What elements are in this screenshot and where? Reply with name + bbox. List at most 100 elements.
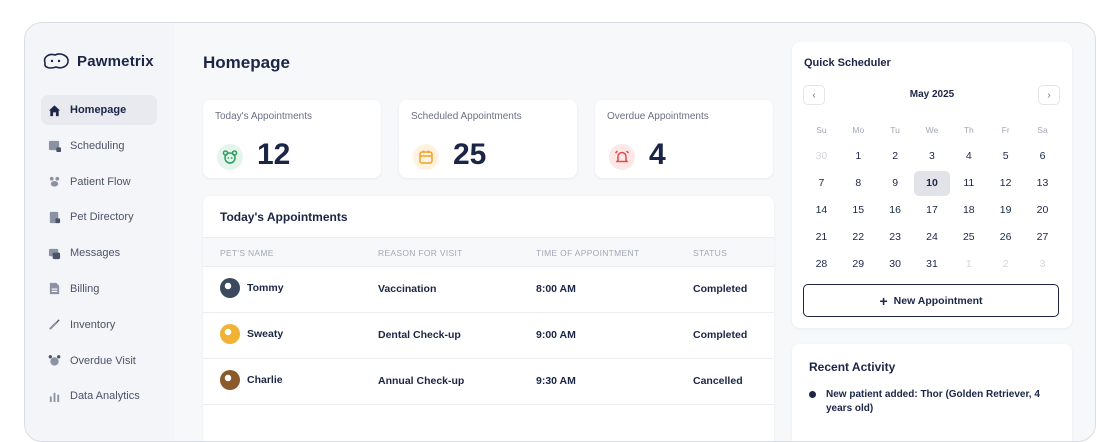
sidebar-item-overdue-visit[interactable]: Overdue Visit bbox=[41, 346, 157, 376]
new-appointment-button[interactable]: + New Appointment bbox=[803, 284, 1059, 317]
calendar-day[interactable]: 26 bbox=[987, 225, 1024, 250]
sidebar-item-billing[interactable]: Billing bbox=[41, 274, 157, 304]
sidebar-item-scheduling[interactable]: Scheduling bbox=[41, 131, 157, 161]
time-cell: 9:00 AM bbox=[536, 329, 576, 341]
calendar-day[interactable]: 24 bbox=[914, 225, 951, 250]
status-cell: Cancelled bbox=[693, 375, 743, 387]
calendar-day[interactable]: 20 bbox=[1024, 198, 1061, 223]
calendar-day[interactable]: 14 bbox=[803, 198, 840, 223]
chevron-right-icon: › bbox=[1047, 89, 1051, 101]
calendar-day[interactable]: 31 bbox=[914, 252, 951, 277]
sidebar-item-label: Overdue Visit bbox=[70, 354, 136, 367]
weekday-label: Fr bbox=[1001, 124, 1010, 135]
pet-name: Tommy bbox=[247, 282, 284, 294]
calendar-day[interactable]: 11 bbox=[950, 171, 987, 196]
calendar-day[interactable]: 13 bbox=[1024, 171, 1061, 196]
reason-cell: Vaccination bbox=[378, 283, 437, 295]
sidebar-nav: Homepage Scheduling Patient Flow Pet Direct… bbox=[41, 95, 157, 417]
status-cell: Completed bbox=[693, 283, 748, 295]
calendar-day[interactable]: 30 bbox=[803, 144, 840, 169]
next-month-button[interactable]: › bbox=[1038, 85, 1060, 105]
sidebar-item-patient-flow[interactable]: Patient Flow bbox=[41, 167, 157, 197]
pet-cell: Sweaty bbox=[220, 324, 283, 344]
column-reason: REASON FOR VISIT bbox=[378, 248, 463, 258]
calendar-day[interactable]: 15 bbox=[840, 198, 877, 223]
activity-dot bbox=[809, 391, 816, 398]
stat-value: 4 bbox=[649, 138, 666, 171]
calendar-day[interactable]: 12 bbox=[987, 171, 1024, 196]
reason-cell: Annual Check-up bbox=[378, 375, 465, 387]
sidebar-item-label: Patient Flow bbox=[70, 175, 131, 188]
calendar-day[interactable]: 10 bbox=[913, 171, 951, 196]
pet-cell: Tommy bbox=[220, 278, 284, 298]
page-title: Homepage bbox=[203, 53, 290, 72]
stat-card-today-s-appointments[interactable]: Today's Appointments 12 bbox=[203, 100, 381, 178]
calendar-day[interactable]: 3 bbox=[1024, 252, 1061, 277]
stat-label: Overdue Appointments bbox=[607, 111, 709, 122]
calendar-day[interactable]: 2 bbox=[877, 144, 914, 169]
calendar-day[interactable]: 27 bbox=[1024, 225, 1061, 250]
logo[interactable]: Pawmetrix bbox=[41, 51, 154, 71]
stat-card-scheduled-appointments[interactable]: Scheduled Appointments 25 bbox=[399, 100, 577, 178]
analytics-icon bbox=[47, 389, 61, 403]
calendar-day[interactable]: 19 bbox=[987, 198, 1024, 223]
calendar-day[interactable]: 30 bbox=[877, 252, 914, 277]
sidebar-item-label: Pet Directory bbox=[70, 211, 134, 224]
stat-value: 12 bbox=[257, 138, 291, 171]
stat-label: Scheduled Appointments bbox=[411, 111, 522, 122]
calendar-day[interactable]: 17 bbox=[914, 198, 951, 223]
calendar-day[interactable]: 2 bbox=[987, 252, 1024, 277]
weekday-label: Sa bbox=[1037, 124, 1048, 135]
sidebar-item-messages[interactable]: Messages bbox=[41, 238, 157, 268]
sidebar-item-label: Inventory bbox=[70, 318, 116, 331]
calendar-day[interactable]: 16 bbox=[877, 198, 914, 223]
column-pet-name: PET'S NAME bbox=[220, 248, 274, 258]
calendar-day[interactable]: 1 bbox=[840, 144, 877, 169]
column-status: STATUS bbox=[693, 248, 728, 258]
calendar-grid-icon bbox=[47, 139, 61, 153]
sidebar-item-data-analytics[interactable]: Data Analytics bbox=[41, 381, 157, 411]
calendar-day[interactable]: 29 bbox=[840, 252, 877, 277]
billing-icon bbox=[47, 282, 61, 296]
paw-icon bbox=[47, 175, 61, 189]
calendar-day[interactable]: 22 bbox=[840, 225, 877, 250]
calendar-day[interactable]: 25 bbox=[950, 225, 987, 250]
pet-cell: Charlie bbox=[220, 370, 283, 390]
calendar-day[interactable]: 7 bbox=[803, 171, 840, 196]
sidebar-item-pet-directory[interactable]: Pet Directory bbox=[41, 202, 157, 232]
table-row[interactable]: Tommy Vaccination 8:00 AM Completed bbox=[203, 267, 774, 313]
reason-cell: Dental Check-up bbox=[378, 329, 461, 341]
calendar-day[interactable]: 3 bbox=[914, 144, 951, 169]
calendar-day[interactable]: 8 bbox=[840, 171, 877, 196]
calendar-day[interactable]: 28 bbox=[803, 252, 840, 277]
calendar-day[interactable]: 1 bbox=[950, 252, 987, 277]
app-window: Pawmetrix Homepage Scheduling Patient Flow… bbox=[24, 22, 1096, 442]
calendar-day[interactable]: 5 bbox=[987, 144, 1024, 169]
todays-appointments-card: Today's Appointments PET'S NAME REASON F… bbox=[203, 196, 774, 441]
sidebar: Pawmetrix Homepage Scheduling Patient Flow… bbox=[25, 23, 175, 441]
sidebar-item-label: Homepage bbox=[70, 104, 127, 116]
sidebar-item-homepage[interactable]: Homepage bbox=[41, 95, 157, 125]
sidebar-item-inventory[interactable]: Inventory bbox=[41, 310, 157, 340]
calendar-day[interactable]: 18 bbox=[950, 198, 987, 223]
table-row[interactable]: Charlie Annual Check-up 9:30 AM Cancelled bbox=[203, 359, 774, 405]
stat-value: 25 bbox=[453, 138, 487, 171]
calendar-day[interactable]: 9 bbox=[877, 171, 914, 196]
calendar-day[interactable]: 4 bbox=[950, 144, 987, 169]
alarm-clock-icon bbox=[47, 354, 61, 368]
table-row[interactable]: Sweaty Dental Check-up 9:00 AM Completed bbox=[203, 313, 774, 359]
calendar-month: May 2025 bbox=[909, 89, 955, 100]
scheduler-title: Quick Scheduler bbox=[804, 57, 891, 69]
stat-card-overdue-appointments[interactable]: Overdue Appointments 4 bbox=[595, 100, 773, 178]
sidebar-item-label: Messages bbox=[70, 247, 121, 260]
calendar-day[interactable]: 23 bbox=[877, 225, 914, 250]
pet-name: Charlie bbox=[247, 374, 283, 386]
directory-icon bbox=[47, 210, 61, 224]
sidebar-item-label: Scheduling bbox=[70, 139, 125, 152]
pet-avatar bbox=[220, 324, 240, 344]
calendar-grid: Su Mo Tu We Th Fr Sa 30 1 2 3 4 5 6 7 8 9 10 11 12 13 14 15 16 1… bbox=[803, 116, 1061, 278]
calendar-day[interactable]: 6 bbox=[1024, 144, 1061, 169]
calendar-day[interactable]: 21 bbox=[803, 225, 840, 250]
paw-logo-icon bbox=[43, 53, 69, 69]
weekday-label: Th bbox=[963, 124, 974, 135]
